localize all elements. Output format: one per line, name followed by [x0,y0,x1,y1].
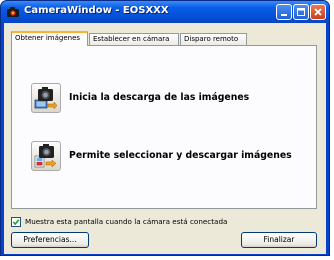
minimize-icon [281,14,287,16]
tab-obtener-imagenes[interactable]: Obtener imágenes [11,31,88,46]
title-bar[interactable]: CameraWindow - EOSXXX [1,1,329,23]
startup-checkbox-label[interactable]: Muestra esta pantalla cuando la cámara e… [25,217,227,227]
close-icon [314,8,322,16]
close-button[interactable] [310,4,326,20]
camera-app-icon [6,5,20,19]
finish-button[interactable]: Finalizar [241,232,317,248]
maximize-button[interactable] [293,4,309,20]
dialog-body: Obtener imágenes Establecer en cámara Di… [4,23,326,254]
camera-select-images-icon [34,144,57,168]
minimize-button[interactable] [276,4,292,20]
window-title: CameraWindow - EOSXXX [24,5,169,16]
select-download-label[interactable]: Permite seleccionar y descargar imágenes [69,150,292,161]
download-all-button[interactable] [31,83,61,113]
tab-panel: Inicia la descarga de las imágenes Permi… [11,45,317,209]
checkmark-icon [12,219,20,226]
tab-disparo-remoto[interactable]: Disparo remoto [180,33,247,45]
tab-establecer-en-camara[interactable]: Establecer en cámara [89,33,179,45]
camera-window: CameraWindow - EOSXXX Obtener imágenes E… [0,0,330,256]
camera-to-computer-icon [34,87,58,110]
select-download-button[interactable] [31,141,61,171]
preferences-button[interactable]: Preferencias... [11,232,89,248]
download-all-label[interactable]: Inicia la descarga de las imágenes [69,92,249,103]
maximize-icon [297,8,305,16]
startup-checkbox[interactable] [11,217,21,227]
